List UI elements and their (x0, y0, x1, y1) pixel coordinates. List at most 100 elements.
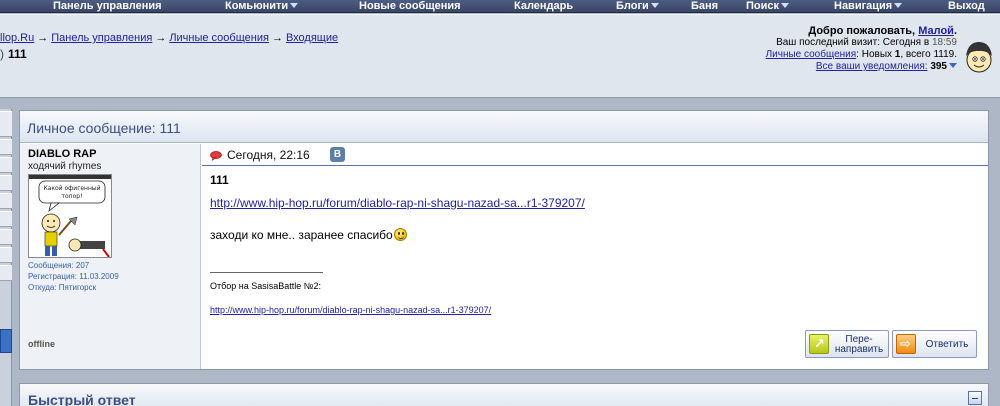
reply-button-label: Ответить (925, 339, 969, 350)
chevron-down-icon[interactable] (949, 63, 957, 68)
nav-control-panel[interactable]: Панель управления (53, 0, 162, 13)
author-status: offline (28, 339, 55, 349)
author-name[interactable]: DIABLO RAP (28, 148, 96, 160)
nav-label: Новые сообщения (359, 0, 461, 12)
sidebar-tab[interactable] (0, 247, 12, 263)
sidebar-tab[interactable] (0, 157, 12, 173)
last-visit-label: Ваш последний визит: Сегодня в (776, 37, 930, 48)
user-avatar-icon[interactable] (962, 36, 996, 76)
breadcrumb-private-messages[interactable]: Личные сообщения (169, 32, 269, 44)
nav-label: Поиск (746, 0, 780, 12)
left-sidebar-strip (0, 109, 12, 406)
nav-banya[interactable]: Баня (691, 0, 718, 13)
last-visit-time: 18:59 (931, 37, 957, 48)
forward-icon (809, 334, 829, 354)
breadcrumb-arrow: → (155, 32, 167, 44)
signature-link[interactable]: http://www.hip-hop.ru/forum/diablo-rap-n… (210, 305, 491, 315)
nav-blogs[interactable]: Блоги (616, 0, 659, 13)
signature-text: Отбор на SasisaBattle №2: (210, 281, 321, 291)
message-body: Сегодня, 22:16 B 111 http://www.hip-hop.… (202, 144, 988, 369)
nav-label: Выход (948, 0, 985, 12)
nav-new-posts[interactable]: Новые сообщения (359, 0, 461, 13)
nav-search[interactable]: Поиск (746, 0, 790, 13)
message-title: 111 (210, 173, 229, 187)
avatar-speech-line2: топор! (62, 193, 83, 200)
author-title: ходячий rhymes (28, 161, 102, 172)
nav-label: Навигация (834, 0, 893, 12)
forward-label-line2: направить (834, 344, 884, 355)
breadcrumb-arrow: → (37, 32, 49, 44)
collapse-icon[interactable] (968, 391, 982, 405)
avatar-cartoon-icon: Какой офигенный топор! (29, 175, 111, 257)
pm-title: Личное сообщение: 111 (27, 120, 181, 136)
nav-label: Календарь (514, 0, 574, 12)
quick-reply-panel: Быстрый ответ (19, 383, 989, 406)
welcome-block: Добро пожаловать, Малой. Ваш последний в… (766, 25, 957, 73)
nav-label: Баня (691, 0, 719, 12)
private-message-panel: Личное сообщение: 111 DIABLO RAP ходячий… (19, 110, 989, 370)
author-posts: Сообщения: 207 (28, 261, 90, 270)
pm-status-line: Личные сообщения: Новых 1, всего 1119. (766, 49, 957, 61)
sidebar-blue-button[interactable] (0, 329, 12, 353)
notifications-link[interactable]: Все ваши уведомления: (816, 61, 928, 72)
message-text-content: заходи ко мне.. заранее спасибо (210, 228, 393, 242)
pm-new-label: : Новых (856, 49, 893, 60)
reply-icon (896, 334, 916, 354)
signature-divider (210, 272, 323, 273)
header-divider (0, 14, 1000, 15)
sidebar-tab[interactable] (0, 111, 12, 137)
chevron-down-icon (894, 3, 903, 8)
author-location: Откуда: Пятигорск (28, 283, 97, 292)
chevron-down-icon (650, 3, 659, 8)
message-date: Сегодня, 22:16 (227, 148, 310, 162)
pm-total-text: , всего 1119. (900, 49, 957, 60)
avatar-speech-line1: Какой офигенный (43, 185, 100, 192)
forward-button[interactable]: Пере-направить (805, 330, 889, 358)
page-title-text: 111 (8, 47, 27, 61)
nav-label: Комьюнити (225, 0, 289, 12)
breadcrumb-site[interactable]: llop.Ru (0, 32, 34, 44)
folder-corner-icon: ) (0, 47, 4, 61)
message-bubble-icon (210, 151, 222, 161)
nav-navigation[interactable]: Навигация (834, 0, 903, 13)
chevron-down-icon (290, 3, 299, 8)
forward-button-label: Пере-направить (830, 335, 888, 355)
notifications-line: Все ваши уведомления: 395 (766, 61, 957, 73)
welcome-greeting: Добро пожаловать, (808, 25, 916, 37)
sidebar-tab[interactable] (0, 175, 12, 191)
last-visit-line: Ваш последний визит: Сегодня в 18:59 (766, 37, 957, 49)
breadcrumb-control-panel[interactable]: Панель управления (51, 32, 152, 44)
header-panel: llop.Ru → Панель управления → Личные сообщен… (0, 14, 1000, 98)
nav-logout[interactable]: Выход (948, 0, 985, 13)
top-navigation: Панель управления Комьюнити Новые сообще… (0, 0, 1000, 13)
sidebar-tab[interactable] (0, 229, 12, 245)
author-stats: Сообщения: 207 Регистрация: 11.03.2009 О… (28, 260, 119, 293)
nav-calendar[interactable]: Календарь (514, 0, 573, 13)
private-messages-link[interactable]: Личные сообщения (766, 49, 857, 60)
vk-share-icon[interactable]: B (330, 147, 345, 162)
pm-title-subject: : 111 (151, 120, 181, 136)
message-text: заходи ко мне.. заранее спасибо (210, 228, 407, 242)
nav-label: Панель управления (53, 0, 162, 12)
message-link[interactable]: http://www.hip-hop.ru/forum/diablo-rap-n… (210, 196, 585, 210)
breadcrumb-arrow: → (271, 32, 283, 44)
sidebar-tab[interactable] (0, 193, 12, 209)
nav-label: Блоги (616, 0, 649, 12)
reply-button[interactable]: Ответить (892, 330, 977, 358)
pm-title-bar: Личное сообщение: 111 (20, 111, 988, 143)
breadcrumb-inbox[interactable]: Входящие (286, 32, 338, 44)
smiley-icon (393, 228, 407, 241)
welcome-line: Добро пожаловать, Малой. (808, 25, 957, 37)
nav-community[interactable]: Комьюнити (225, 0, 299, 13)
quick-reply-title: Быстрый ответ (28, 392, 136, 406)
username-link[interactable]: Малой (918, 25, 954, 37)
author-avatar[interactable]: Какой офигенный топор! (28, 174, 112, 258)
sidebar-tab[interactable] (0, 265, 12, 281)
sidebar-tab[interactable] (0, 211, 12, 227)
chevron-down-icon (781, 3, 790, 8)
pm-title-label: Личное сообщение (27, 120, 152, 136)
message-header: Сегодня, 22:16 B (202, 144, 988, 166)
breadcrumb: llop.Ru → Панель управления → Личные сообщен… (0, 32, 338, 44)
notifications-count: 395 (930, 61, 947, 72)
sidebar-tab[interactable] (0, 139, 12, 155)
